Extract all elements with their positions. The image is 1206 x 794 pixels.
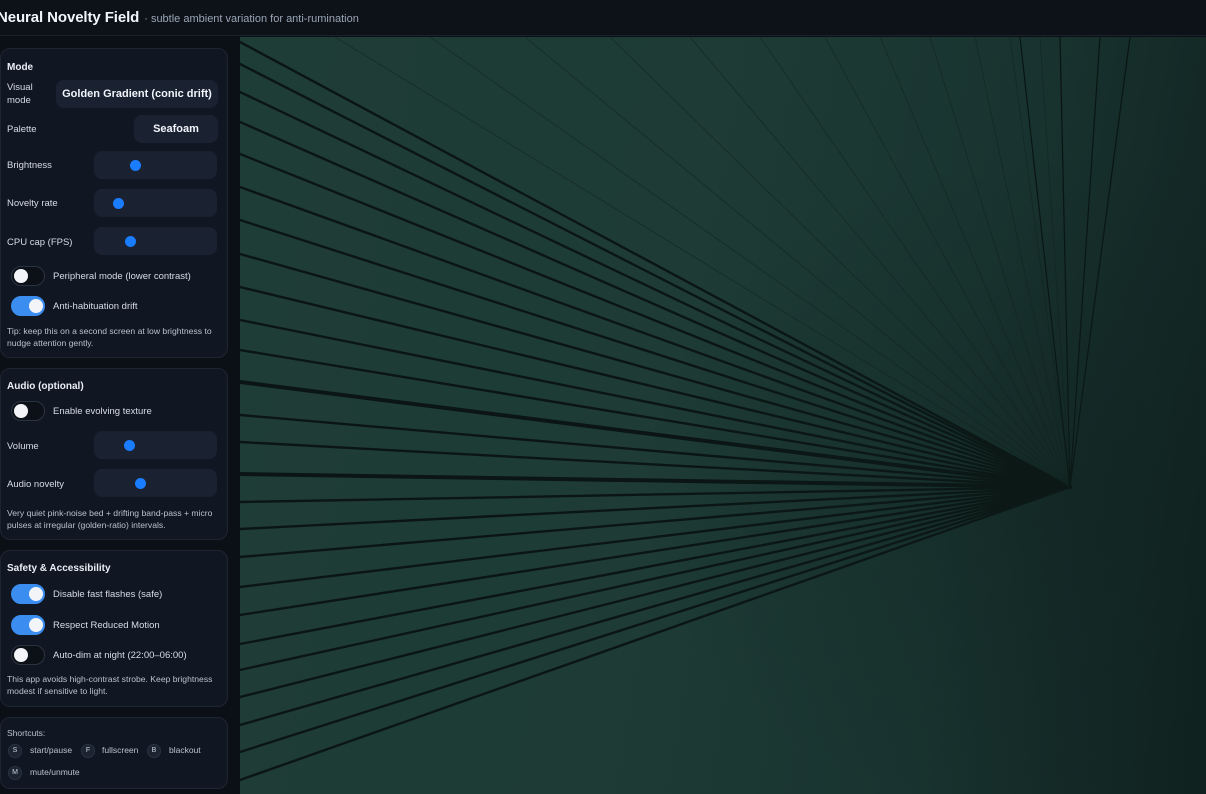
disable-flashes-label: Disable fast flashes (safe) <box>53 589 163 600</box>
shortcut-key-b: B <box>147 744 161 758</box>
auto-dim-label: Auto-dim at night (22:00–06:00) <box>53 650 187 661</box>
shortcut-key-s: S <box>8 744 22 758</box>
app-subtitle: · subtle ambient variation for anti-rumi… <box>144 12 359 25</box>
shortcut-label-fullscreen: fullscreen <box>102 745 139 755</box>
auto-dim-toggle-knob <box>14 648 28 662</box>
peripheral-mode-toggle[interactable] <box>11 266 45 286</box>
safety-panel: Safety & Accessibility Disable fast flas… <box>0 550 228 707</box>
cpu-cap-slider[interactable] <box>94 227 217 255</box>
mode-panel: Mode Visual mode Golden Gradient (conic … <box>0 48 228 358</box>
auto-dim-toggle[interactable] <box>11 645 45 665</box>
mode-tip-text: Tip: keep this on a second screen at low… <box>7 326 212 348</box>
enable-texture-toggle-knob <box>14 404 28 418</box>
audio-note-text: Very quiet pink-noise bed + drifting ban… <box>7 508 213 530</box>
shortcut-key-m: M <box>8 766 22 780</box>
shortcuts-panel: Shortcuts: S start/pause F fullscreen B … <box>0 717 228 789</box>
reduced-motion-label: Respect Reduced Motion <box>53 620 160 631</box>
shortcut-key-f: F <box>81 744 95 758</box>
enable-texture-label: Enable evolving texture <box>53 406 152 417</box>
novelty-rate-slider[interactable] <box>94 189 217 217</box>
safety-panel-title: Safety & Accessibility <box>7 563 111 574</box>
cpu-cap-slider-knob[interactable] <box>125 236 137 247</box>
audio-novelty-label: Audio novelty <box>7 479 65 490</box>
disable-flashes-toggle[interactable] <box>11 584 45 604</box>
top-bar: Neural Novelty Field · subtle ambient va… <box>0 0 1206 36</box>
volume-label: Volume <box>7 441 39 452</box>
anti-habituation-toggle[interactable] <box>11 296 45 316</box>
shortcut-label-blackout: blackout <box>169 745 201 755</box>
audio-novelty-slider-knob[interactable] <box>135 478 147 489</box>
peripheral-mode-toggle-knob <box>14 269 28 283</box>
canvas-shading <box>240 37 1206 794</box>
anti-habituation-toggle-knob <box>29 299 43 313</box>
reduced-motion-toggle-knob <box>29 618 43 632</box>
volume-slider[interactable] <box>94 431 217 459</box>
enable-texture-toggle[interactable] <box>11 401 45 421</box>
peripheral-mode-label: Peripheral mode (lower contrast) <box>53 271 191 282</box>
anti-habituation-label: Anti-habituation drift <box>53 301 138 312</box>
shortcut-label-start-pause: start/pause <box>30 745 73 755</box>
app-title: Neural Novelty Field <box>0 9 140 26</box>
reduced-motion-toggle[interactable] <box>11 615 45 635</box>
visual-canvas[interactable] <box>240 37 1206 794</box>
novelty-rate-slider-knob[interactable] <box>113 198 125 209</box>
brightness-label: Brightness <box>7 160 52 171</box>
brightness-slider-knob[interactable] <box>130 160 142 171</box>
disable-flashes-toggle-knob <box>29 587 43 601</box>
brightness-slider[interactable] <box>94 151 217 179</box>
audio-novelty-slider[interactable] <box>94 469 217 497</box>
palette-select[interactable]: Seafoam <box>134 115 218 143</box>
audio-panel-title: Audio (optional) <box>7 381 84 392</box>
palette-label: Palette <box>7 124 37 135</box>
volume-slider-knob[interactable] <box>124 440 136 451</box>
novelty-rate-label: Novelty rate <box>7 198 58 209</box>
cpu-cap-label: CPU cap (FPS) <box>7 237 73 248</box>
control-sidebar: Mode Visual mode Golden Gradient (conic … <box>0 37 240 794</box>
safety-note-text: This app avoids high-contrast strobe. Ke… <box>7 674 213 696</box>
visual-mode-select[interactable]: Golden Gradient (conic drift) <box>56 80 218 108</box>
visual-mode-label: Visual mode <box>7 82 33 106</box>
mode-panel-title: Mode <box>7 62 34 73</box>
shortcuts-title: Shortcuts: <box>7 728 46 738</box>
conic-rays-graphic <box>240 37 1206 794</box>
shortcut-label-mute-unmute: mute/unmute <box>30 767 80 777</box>
audio-panel: Audio (optional) Enable evolving texture… <box>0 368 228 540</box>
